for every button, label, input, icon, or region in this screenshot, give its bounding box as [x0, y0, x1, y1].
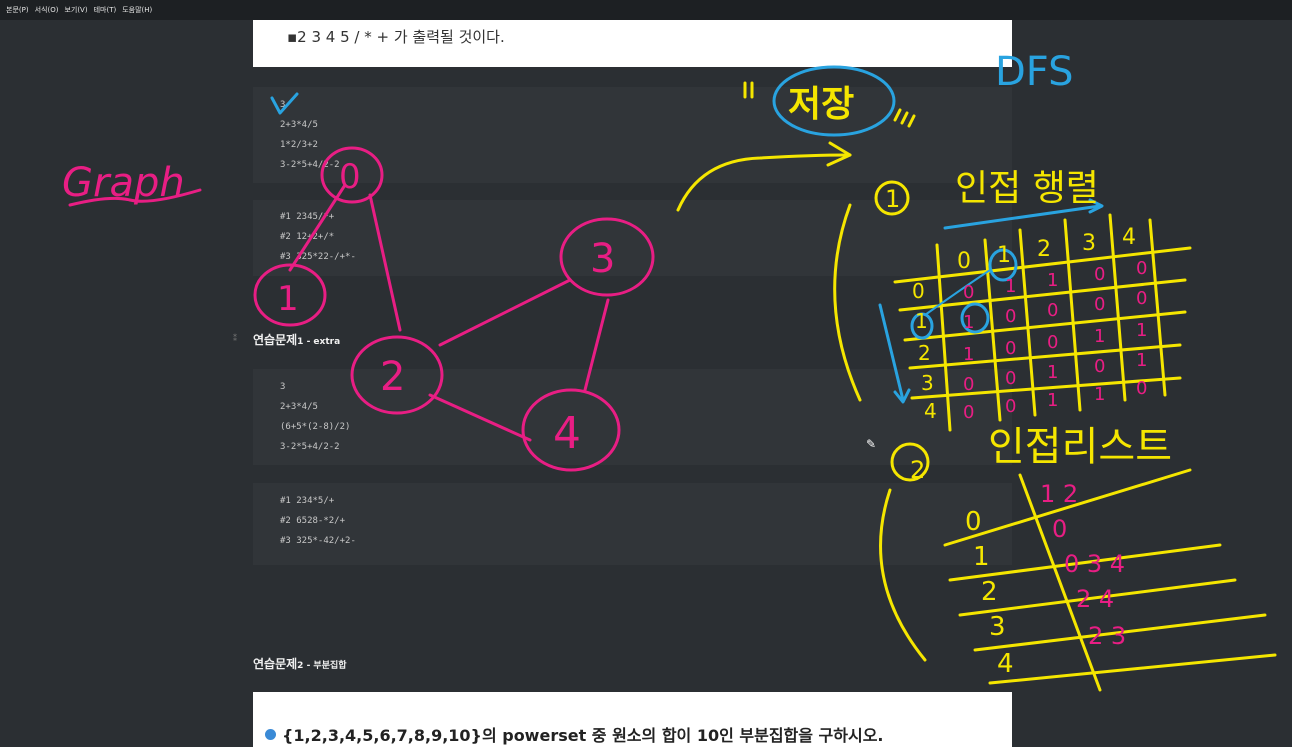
matrix-marker-label: 1	[885, 185, 900, 213]
edge-0-2	[368, 193, 402, 332]
matrix-cell: 0	[1136, 288, 1147, 309]
matrix-cell: 1	[1136, 350, 1147, 371]
matrix-cell: 1	[963, 312, 974, 333]
matrix-cell: 0	[1005, 396, 1016, 417]
matrix-col-header: 1	[997, 243, 1011, 268]
list-adjacent-values: 1 2	[1040, 480, 1078, 508]
matrix-cell: 1	[963, 344, 974, 365]
list-adjacent-values: 0	[1052, 515, 1067, 543]
graph-edges	[288, 183, 610, 442]
matrix-row-header: 2	[918, 341, 931, 365]
matrix-cell: 1	[1005, 276, 1016, 297]
matrix-cell: 0	[963, 402, 974, 423]
matrix-row-arrow	[878, 303, 905, 402]
matrix-cell: 0	[1005, 338, 1016, 359]
list-node-label: 1	[973, 542, 990, 572]
graph-node-label: 3	[590, 236, 615, 282]
matrix-title: 인접 행렬	[955, 168, 1099, 209]
edge-3-4	[583, 298, 610, 392]
matrix-cell: 1	[1047, 390, 1058, 411]
matrix-cell: 1	[1047, 270, 1058, 291]
bracket-arc-2	[879, 488, 927, 662]
graph-nodes	[253, 146, 655, 472]
quote-marks-right	[893, 108, 916, 128]
bracket-arc-1	[833, 203, 862, 402]
matrix-cell: 0	[963, 374, 974, 395]
list-marker-label: 2	[910, 456, 925, 484]
list-node-label: 3	[989, 612, 1006, 642]
graph-label: Graph	[62, 160, 185, 206]
arrow-stroke	[676, 153, 852, 212]
matrix-cell: 0	[1136, 378, 1147, 399]
matrix-cell: 1	[1094, 384, 1105, 405]
matrix-cell: 0	[1005, 368, 1016, 389]
matrix-cell: 0	[1094, 294, 1105, 315]
quote-marks-left	[743, 81, 754, 99]
matrix-cell: 0	[1005, 306, 1016, 327]
matrix-col-header: 3	[1082, 231, 1096, 256]
list-node-label: 4	[997, 649, 1014, 679]
list-node-label: 0	[965, 507, 982, 537]
matrix-col-header: 0	[957, 249, 971, 274]
matrix-cell: 0	[1047, 332, 1058, 353]
matrix-col-header: 4	[1122, 225, 1136, 250]
matrix-cell: 0	[1094, 356, 1105, 377]
list-adjacent-values: 2 3	[1088, 622, 1126, 650]
check-mark-stroke	[270, 92, 299, 115]
graph-node-label: 2	[380, 354, 405, 400]
pen-annotation-layer: Graph 0 1 2 3 4 저장 DFS 1 인접 행렬 2 인접리스트 0…	[62, 49, 1277, 692]
graph-node-label: 0	[339, 157, 361, 197]
edge-2-3	[438, 278, 572, 347]
dfs-label: DFS	[995, 49, 1074, 95]
list-title: 인접리스트	[988, 424, 1172, 470]
save-label: 저장	[788, 84, 854, 125]
edge-2-4	[428, 393, 532, 442]
graph-node-label: 4	[553, 408, 581, 459]
matrix-cell: 1	[1136, 320, 1147, 341]
graph-node-label: 1	[277, 279, 299, 319]
list-adjacent-values: 2 4	[1076, 585, 1114, 613]
matrix-row-header: 4	[924, 399, 937, 423]
matrix-cell: 1	[1094, 326, 1105, 347]
matrix-column-arrow	[943, 204, 1102, 230]
matrix-cell: 0	[1094, 264, 1105, 285]
matrix-cell: 0	[963, 282, 974, 303]
matrix-cell: 1	[1047, 362, 1058, 383]
matrix-row-header: 0	[912, 279, 925, 303]
matrix-cell: 0	[1136, 258, 1147, 279]
matrix-row-header: 3	[921, 371, 934, 395]
pen-cursor-icon: ✎	[866, 437, 877, 451]
matrix-cell: 0	[1047, 300, 1058, 321]
list-adjacent-values: 0 3 4	[1064, 550, 1125, 578]
list-node-label: 2	[981, 577, 998, 607]
matrix-col-header: 2	[1037, 237, 1051, 262]
matrix-row-header: 1	[915, 309, 928, 333]
